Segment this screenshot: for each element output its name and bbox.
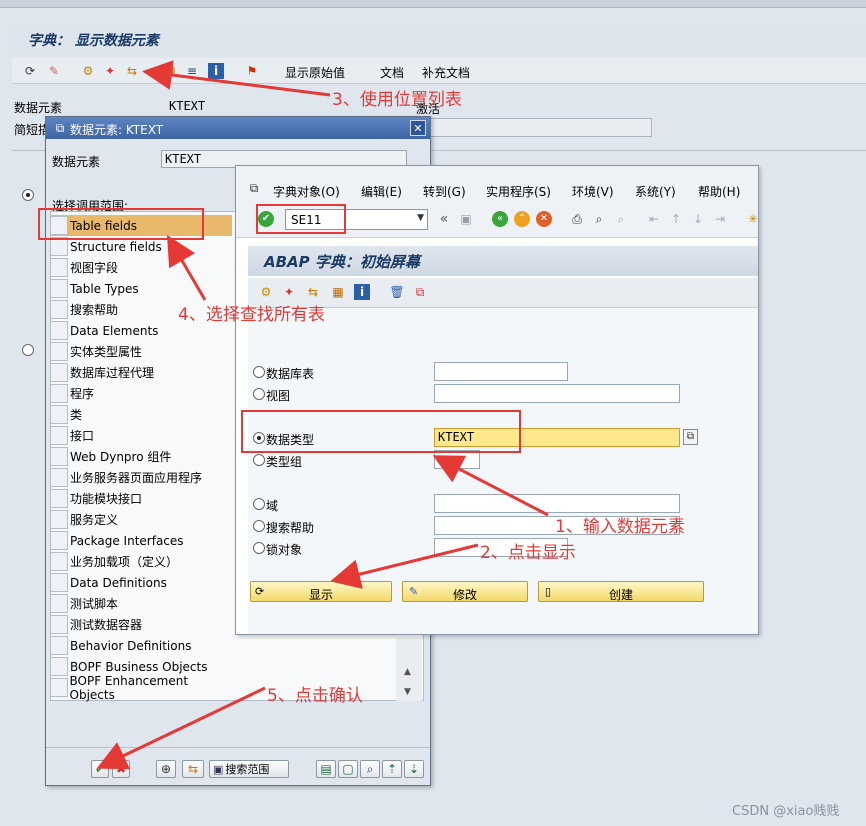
arrow-3 xyxy=(142,60,331,97)
arrow-1 xyxy=(432,455,549,517)
arrow-2 xyxy=(330,543,479,589)
annotation-step-3: 3、使用位置列表 xyxy=(332,90,462,110)
annotation-step-2: 2、点击显示 xyxy=(480,543,576,563)
arrow-5 xyxy=(96,686,266,770)
annotation-step-4: 4、选择查找所有表 xyxy=(178,305,325,325)
annotation-arrows xyxy=(96,60,549,770)
annotation-step-5: 5、点击确认 xyxy=(267,686,363,706)
annotation-step-1: 1、输入数据元素 xyxy=(555,517,685,537)
watermark: CSDN @xiao贱贱 xyxy=(732,804,840,819)
arrow-4 xyxy=(166,234,207,301)
